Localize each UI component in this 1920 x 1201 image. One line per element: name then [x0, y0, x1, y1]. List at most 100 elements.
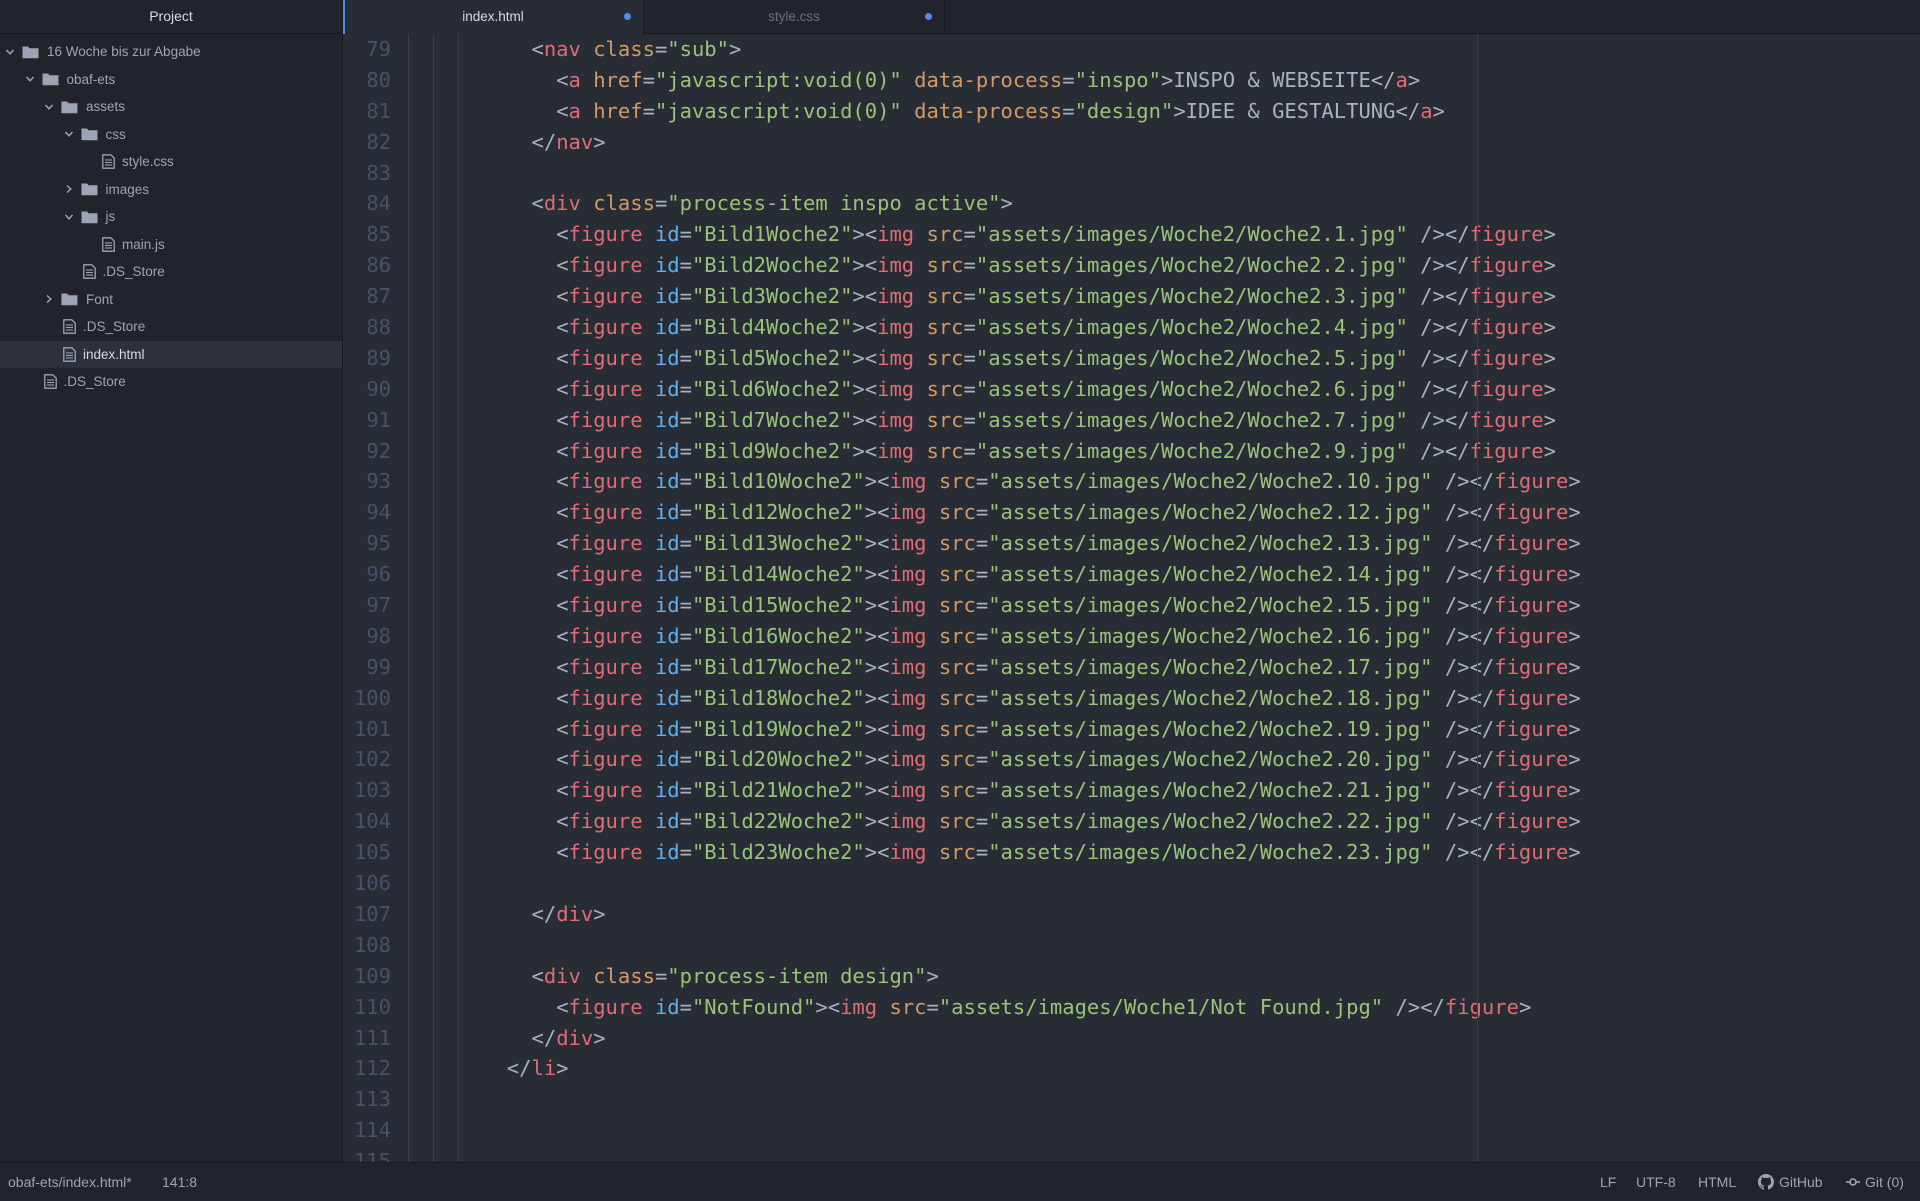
- tab-style-css[interactable]: style.css: [644, 0, 945, 33]
- chevron-down-icon[interactable]: [24, 66, 36, 94]
- tree-folder[interactable]: Font: [0, 286, 342, 314]
- chevron-down-icon[interactable]: [4, 38, 16, 66]
- code-line[interactable]: <figure id="Bild22Woche2"><img src="asse…: [408, 806, 1920, 837]
- code-token: =: [679, 994, 692, 1019]
- tree-item-label: style.css: [122, 154, 174, 169]
- code-line[interactable]: [408, 1084, 1920, 1115]
- code-line[interactable]: <figure id="Bild4Woche2"><img src="asset…: [408, 312, 1920, 343]
- code-line[interactable]: <nav class="sub">: [408, 34, 1920, 65]
- tree-folder[interactable]: assets: [0, 93, 342, 121]
- code-line[interactable]: <figure id="Bild17Woche2"><img src="asse…: [408, 652, 1920, 683]
- tree-item-label: .DS_Store: [83, 319, 146, 334]
- line-number: 79: [366, 37, 391, 61]
- tree-folder[interactable]: css: [0, 121, 342, 149]
- code-line[interactable]: <figure id="NotFound"><img src="assets/i…: [408, 992, 1920, 1023]
- status-file-path[interactable]: obaf-ets/index.html*: [8, 1163, 132, 1201]
- code-line[interactable]: [408, 158, 1920, 189]
- code-token: =: [679, 315, 692, 340]
- code-token: nav: [543, 37, 581, 61]
- status-grammar[interactable]: HTML: [1698, 1163, 1736, 1201]
- line-number: 114: [353, 1118, 391, 1143]
- code-line[interactable]: [408, 1146, 1920, 1162]
- code-line[interactable]: <figure id="Bild9Woche2"><img src="asset…: [408, 436, 1920, 467]
- status-line-ending[interactable]: LF: [1600, 1163, 1616, 1201]
- code-editor[interactable]: 79 80 81 82 83 84 85 86 87 88 89 90 91 92 93 94 95 96 97 98…: [343, 34, 1920, 1162]
- code-token: IDEE & GESTALTUNG: [1185, 98, 1396, 123]
- code-line[interactable]: </li>: [408, 1053, 1920, 1084]
- code-token: >: [852, 345, 865, 370]
- status-cursor-position[interactable]: 141:8: [162, 1163, 197, 1201]
- tree-folder[interactable]: js: [0, 203, 342, 231]
- code-line[interactable]: <figure id="Bild18Woche2"><img src="asse…: [408, 683, 1920, 714]
- tree-file[interactable]: .DS_Store: [0, 313, 342, 341]
- code-line[interactable]: <figure id="Bild12Woche2"><img src="asse…: [408, 497, 1920, 528]
- tree-folder[interactable]: obaf-ets: [0, 66, 342, 94]
- code-token: "assets/images/Woche2/Woche2.15.jpg": [988, 593, 1433, 618]
- tab-index-html[interactable]: index.html: [343, 0, 644, 34]
- code-token: img: [877, 407, 915, 432]
- chevron-down-icon[interactable]: [63, 203, 75, 231]
- tree-folder[interactable]: images: [0, 176, 342, 204]
- code-token: =: [963, 345, 976, 370]
- code-line[interactable]: <figure id="Bild16Woche2"><img src="asse…: [408, 621, 1920, 652]
- line-number: 83: [366, 160, 391, 185]
- code-token: />: [1432, 778, 1470, 803]
- tree-file[interactable]: index.html: [0, 340, 342, 369]
- code-line[interactable]: <figure id="Bild19Woche2"><img src="asse…: [408, 714, 1920, 745]
- code-token: =: [926, 994, 939, 1019]
- code-line[interactable]: [408, 1115, 1920, 1146]
- code-token: =: [679, 376, 692, 401]
- line-number: 81: [366, 98, 391, 123]
- code-line[interactable]: <figure id="Bild10Woche2"><img src="asse…: [408, 466, 1920, 497]
- code-line[interactable]: <figure id="Bild23Woche2"><img src="asse…: [408, 837, 1920, 868]
- code-token: div: [543, 191, 581, 216]
- code-line[interactable]: <figure id="Bild14Woche2"><img src="asse…: [408, 559, 1920, 590]
- tree-file[interactable]: main.js: [0, 231, 342, 259]
- code-line[interactable]: <figure id="Bild15Woche2"><img src="asse…: [408, 590, 1920, 621]
- code-line[interactable]: <figure id="Bild5Woche2"><img src="asset…: [408, 343, 1920, 374]
- tree-file[interactable]: .DS_Store: [0, 258, 342, 286]
- code-token: figure: [1444, 994, 1519, 1019]
- tree-folder[interactable]: 16 Woche bis zur Abgabe: [0, 38, 342, 66]
- code-token: <: [556, 593, 569, 618]
- code-token: </: [1444, 438, 1470, 463]
- code-token: </: [1469, 685, 1495, 710]
- code-token: />: [1432, 747, 1470, 772]
- code-token: </: [1444, 376, 1470, 401]
- chevron-right-icon[interactable]: [63, 176, 75, 204]
- status-github-button[interactable]: GitHub: [1758, 1163, 1823, 1201]
- code-token: =: [975, 623, 989, 648]
- code-line[interactable]: </div>: [408, 1023, 1920, 1054]
- code-line[interactable]: </nav>: [408, 127, 1920, 158]
- code-line[interactable]: <figure id="Bild1Woche2"><img src="asset…: [408, 219, 1920, 250]
- code-line[interactable]: <figure id="Bild6Woche2"><img src="asset…: [408, 374, 1920, 405]
- status-git-button[interactable]: Git (0): [1846, 1163, 1904, 1201]
- code-token: figure: [568, 562, 643, 587]
- code-line[interactable]: <div class="process-item inspo active">: [408, 188, 1920, 219]
- status-encoding[interactable]: UTF-8: [1636, 1163, 1676, 1201]
- code-line[interactable]: [408, 930, 1920, 961]
- code-line[interactable]: <a href="javascript:void(0)" data-proces…: [408, 65, 1920, 96]
- chevron-right-icon[interactable]: [43, 286, 55, 314]
- tree-file[interactable]: .DS_Store: [0, 368, 342, 396]
- code-token: >: [864, 531, 878, 556]
- code-line[interactable]: <figure id="Bild3Woche2"><img src="asset…: [408, 281, 1920, 312]
- code-line[interactable]: <figure id="Bild21Woche2"><img src="asse…: [408, 775, 1920, 806]
- file-text-icon: [63, 341, 76, 369]
- chevron-down-icon[interactable]: [63, 121, 75, 149]
- code-line[interactable]: <figure id="Bild20Woche2"><img src="asse…: [408, 744, 1920, 775]
- tree-file[interactable]: style.css: [0, 148, 342, 176]
- code-line[interactable]: <a href="javascript:void(0)" data-proces…: [408, 96, 1920, 127]
- code-line[interactable]: <div class="process-item design">: [408, 961, 1920, 992]
- chevron-down-icon[interactable]: [43, 93, 55, 121]
- code-token: <: [556, 747, 569, 772]
- code-line[interactable]: [408, 868, 1920, 899]
- code-line[interactable]: </div>: [408, 899, 1920, 930]
- code-area[interactable]: <nav class="sub"> <a href="javascript:voi…: [408, 34, 1920, 1162]
- code-line[interactable]: <figure id="Bild7Woche2"><img src="asset…: [408, 405, 1920, 436]
- code-line[interactable]: <figure id="Bild13Woche2"><img src="asse…: [408, 528, 1920, 559]
- code-line[interactable]: <figure id="Bild2Woche2"><img src="asset…: [408, 250, 1920, 281]
